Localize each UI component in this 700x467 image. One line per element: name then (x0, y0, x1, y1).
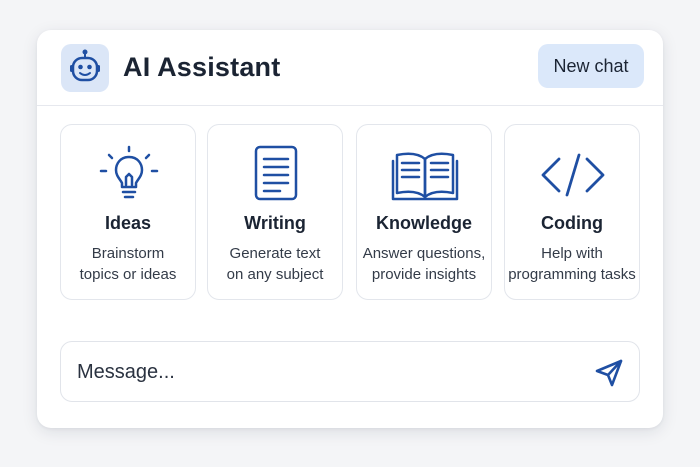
tile-title: Writing (244, 213, 306, 233)
open-book-icon (391, 152, 459, 201)
document-icon (254, 145, 298, 201)
send-button[interactable] (593, 358, 625, 388)
message-composer (60, 341, 640, 402)
lightbulb-icon (99, 145, 159, 199)
tile-ideas[interactable]: Ideas Brainstorm topics or ideas (60, 124, 196, 300)
tile-coding[interactable]: Coding Help with programming tasks (504, 124, 640, 300)
tile-title: Coding (541, 213, 603, 233)
new-chat-button[interactable]: New chat (538, 44, 644, 88)
header: AI Assistant New chat (37, 30, 663, 106)
tile-writing[interactable]: Writing Generate text on any subject (207, 124, 343, 300)
tile-knowledge[interactable]: Knowledge Answer questions, provide insi… (356, 124, 492, 300)
tile-description: Answer questions, provide insights (362, 245, 486, 283)
tile-description: Generate text on any subject (226, 245, 324, 283)
tile-description: Help with programming tasks (508, 245, 636, 283)
code-icon (541, 153, 605, 197)
send-icon (595, 359, 623, 387)
message-input[interactable] (77, 356, 577, 388)
assistant-card: AI Assistant New chat Ideas Brainstorm t… (37, 30, 663, 428)
tile-title: Knowledge (375, 213, 472, 233)
tile-title: Ideas (104, 213, 152, 233)
tile-description: Brainstorm topics or ideas (79, 245, 177, 283)
app-title: AI Assistant (123, 52, 281, 82)
robot-icon (61, 44, 109, 92)
